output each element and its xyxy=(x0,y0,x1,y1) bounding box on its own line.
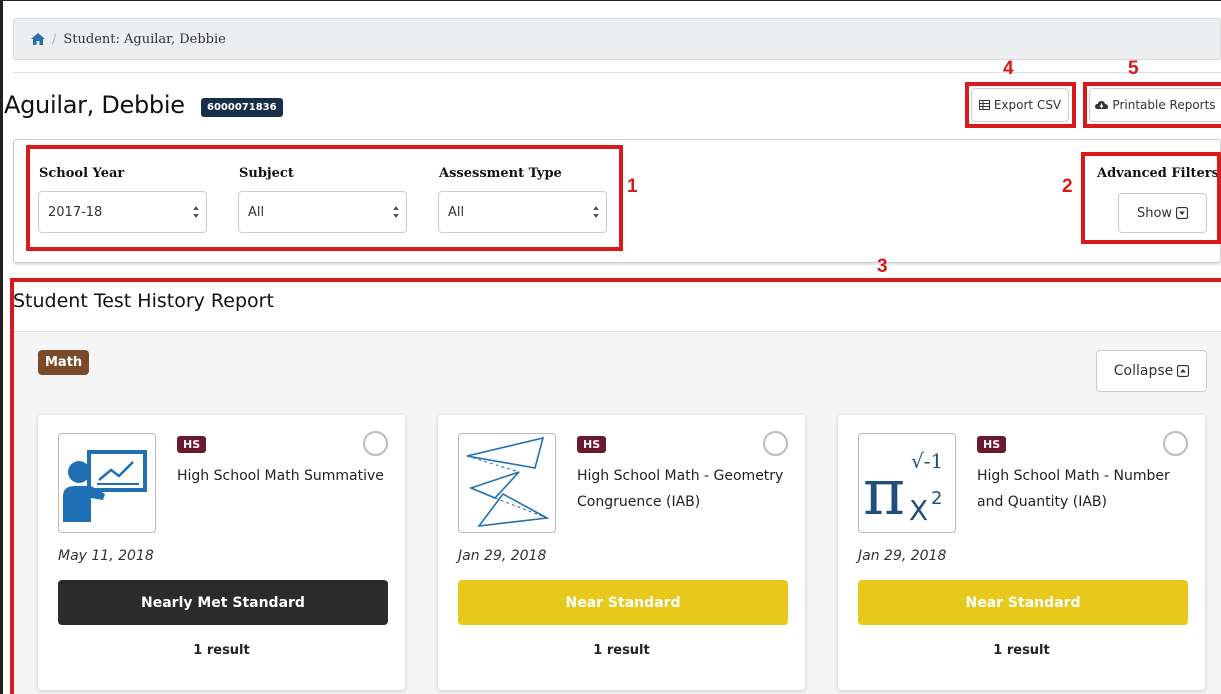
callout-number-3: 3 xyxy=(877,256,888,277)
student-name: Aguilar, Debbie xyxy=(4,91,185,119)
callout-number-1: 1 xyxy=(627,176,638,197)
breadcrumb-separator: / xyxy=(52,31,57,47)
callout-box-report xyxy=(10,278,1221,694)
breadcrumb-current: Student: Aguilar, Debbie xyxy=(63,31,226,47)
callout-number-5: 5 xyxy=(1128,58,1139,79)
student-id-badge: 6000071836 xyxy=(201,98,283,117)
callout-box-filters xyxy=(26,145,623,251)
callout-box-printable xyxy=(1083,82,1221,128)
header-divider xyxy=(13,72,1221,73)
callout-number-4: 4 xyxy=(1003,58,1014,79)
callout-number-2: 2 xyxy=(1062,176,1073,197)
home-icon[interactable] xyxy=(31,33,45,45)
callout-box-advanced-filters xyxy=(1081,152,1221,244)
breadcrumb: / Student: Aguilar, Debbie xyxy=(13,18,1221,60)
callout-box-export xyxy=(965,82,1076,128)
